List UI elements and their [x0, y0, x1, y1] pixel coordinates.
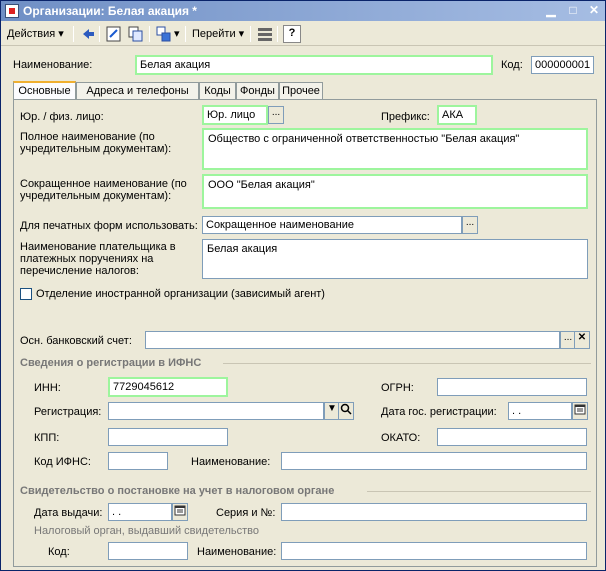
- okato-label: ОКАТО:: [381, 432, 421, 444]
- cert-name-input[interactable]: [281, 542, 587, 560]
- inn-label: ИНН:: [34, 382, 61, 394]
- code-input[interactable]: 000000001: [531, 56, 594, 74]
- series-label: Серия и №:: [216, 507, 276, 519]
- registration-field[interactable]: [108, 402, 324, 420]
- full-name-label: Полное наименование (по учредительным до…: [20, 131, 172, 155]
- ogrn-input[interactable]: [437, 378, 587, 396]
- ifns-name-label: Наименование:: [191, 456, 271, 468]
- help-icon[interactable]: ?: [283, 25, 301, 43]
- print-form-select-button[interactable]: ...: [462, 216, 478, 234]
- list-icon[interactable]: [256, 25, 274, 43]
- title-bar: Организации: Белая акация * ▁ □ ✕: [1, 1, 605, 21]
- copy-icon[interactable]: [127, 25, 145, 43]
- ifns-section-divider: [223, 363, 591, 364]
- registration-label: Регистрация:: [34, 406, 102, 418]
- cert-name-label: Наименование:: [197, 546, 277, 558]
- organization-window: Организации: Белая акация * ▁ □ ✕ Действ…: [0, 0, 606, 571]
- short-name-label: Сокращенное наименование (по учредительн…: [20, 178, 187, 202]
- toolbar: Действия ▾ ▾ Перейти ▾ ?: [1, 22, 605, 46]
- ifns-section-title: Сведения о регистрации в ИФНС: [20, 357, 202, 369]
- issue-date-label: Дата выдачи:: [34, 507, 103, 519]
- ifns-code-input[interactable]: [108, 452, 168, 470]
- code-label: Код:: [501, 59, 523, 71]
- ogrn-label: ОГРН:: [381, 382, 414, 394]
- cert-code-label: Код:: [48, 546, 70, 558]
- app-icon: [5, 4, 19, 18]
- name-label: Наименование:: [13, 59, 93, 71]
- inn-input[interactable]: 7729045612: [108, 377, 228, 397]
- name-input[interactable]: Белая акация: [135, 55, 493, 75]
- okato-input[interactable]: [437, 428, 587, 446]
- short-name-textarea[interactable]: ООО "Белая акация": [202, 174, 588, 209]
- tab-other[interactable]: Прочее: [279, 82, 323, 100]
- series-input[interactable]: [281, 503, 587, 521]
- actions-menu[interactable]: Действия ▾: [7, 24, 64, 44]
- bank-account-label: Осн. банковский счет:: [20, 335, 132, 347]
- certificate-section-divider: [367, 491, 591, 492]
- cert-code-input[interactable]: [108, 542, 188, 560]
- maximize-icon[interactable]: □: [565, 4, 581, 18]
- print-form-label: Для печатных форм использовать:: [20, 220, 198, 232]
- payer-name-textarea[interactable]: Белая акация: [202, 239, 588, 279]
- bank-account-clear-icon[interactable]: ✕: [574, 331, 590, 349]
- ifns-name-input[interactable]: [281, 452, 587, 470]
- print-form-field[interactable]: Сокращенное наименование: [202, 216, 462, 234]
- minimize-icon[interactable]: ▁: [543, 4, 559, 18]
- tab-main[interactable]: Основные: [13, 81, 76, 100]
- issue-date-input[interactable]: . .: [108, 503, 172, 521]
- reg-date-input[interactable]: . .: [508, 402, 572, 420]
- ifns-code-label: Код ИФНС:: [34, 456, 91, 468]
- entity-type-field[interactable]: Юр. лицо: [202, 105, 268, 125]
- prefix-label: Префикс:: [381, 111, 430, 123]
- tab-funds[interactable]: Фонды: [236, 82, 279, 100]
- full-name-textarea[interactable]: Общество с ограниченной ответственностью…: [202, 128, 588, 170]
- tab-addresses[interactable]: Адреса и телефоны: [76, 82, 199, 100]
- goto-menu[interactable]: Перейти ▾: [192, 24, 244, 44]
- issuer-label: Налоговый орган, выдавший свидетельство: [34, 525, 260, 537]
- entity-type-select-button[interactable]: ...: [268, 106, 284, 124]
- edit-icon[interactable]: [105, 25, 123, 43]
- kpp-input[interactable]: [108, 428, 228, 446]
- foreign-branch-checkbox[interactable]: [20, 288, 32, 300]
- window-title: Организации: Белая акация *: [23, 4, 197, 18]
- entity-type-label: Юр. / физ. лицо:: [20, 111, 104, 123]
- structure-icon[interactable]: [155, 25, 173, 43]
- back-arrow-icon[interactable]: [79, 25, 97, 43]
- prefix-input[interactable]: АКА: [437, 105, 477, 125]
- kpp-label: КПП:: [34, 432, 60, 444]
- certificate-section-title: Свидетельство о постановке на учет в нал…: [20, 485, 335, 497]
- registration-search-icon[interactable]: [338, 402, 354, 420]
- reg-date-calendar-icon[interactable]: [572, 402, 588, 420]
- structure-dropdown-arrow[interactable]: ▾: [174, 24, 180, 44]
- reg-date-label: Дата гос. регистрации:: [381, 406, 497, 418]
- foreign-branch-label: Отделение иностранной организации (завис…: [36, 288, 325, 300]
- bank-account-field[interactable]: [145, 331, 560, 349]
- issue-date-calendar-icon[interactable]: [172, 503, 188, 521]
- tab-codes[interactable]: Коды: [199, 82, 236, 100]
- payer-name-label: Наименование плательщика в платежных пор…: [20, 241, 176, 277]
- close-icon[interactable]: ✕: [586, 4, 602, 18]
